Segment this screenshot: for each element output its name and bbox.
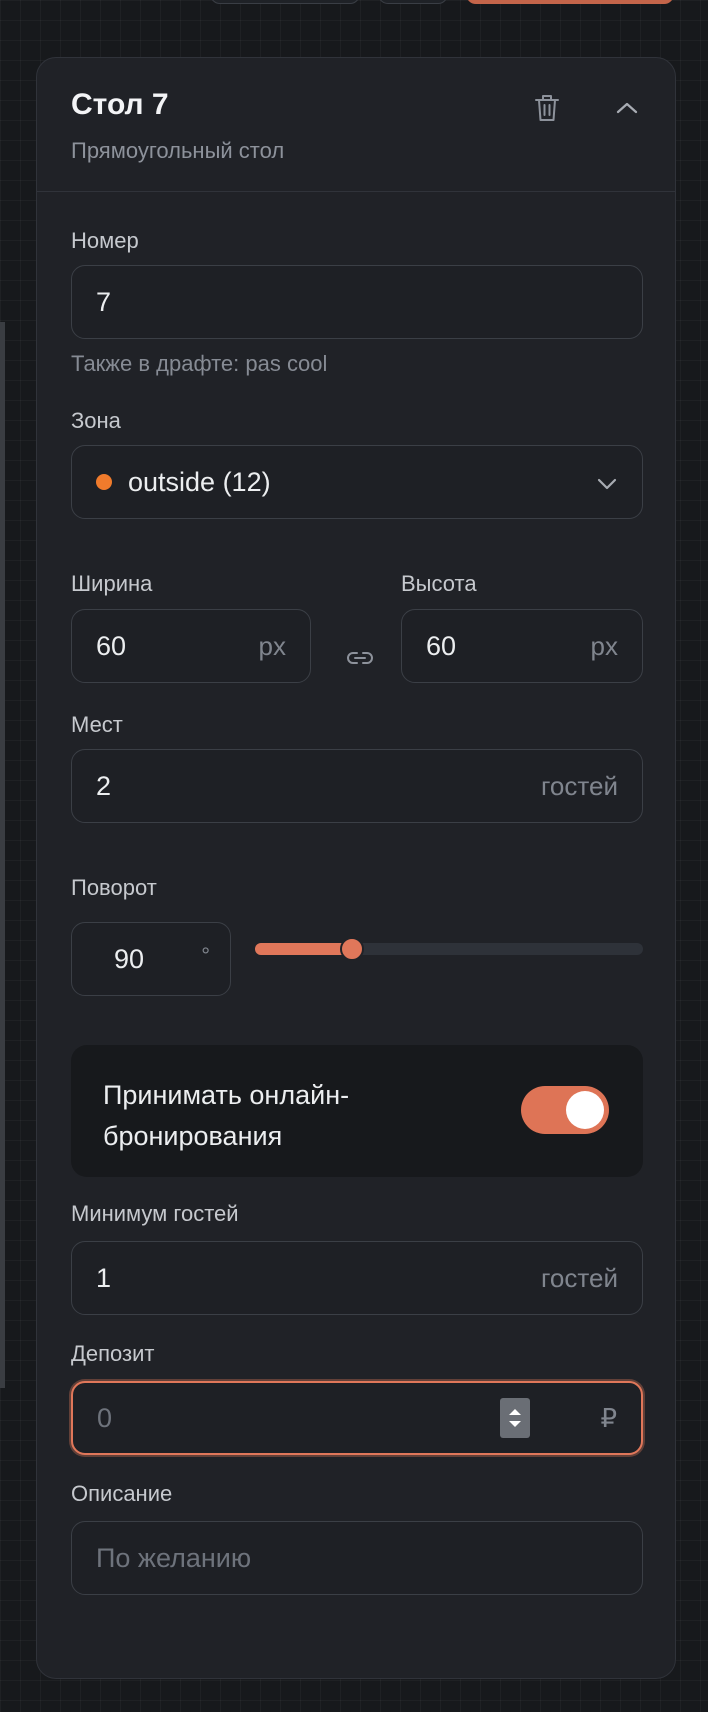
height-label: Высота	[401, 571, 477, 596]
zone-color-dot	[96, 474, 112, 490]
height-unit: px	[590, 630, 618, 661]
chevron-down-icon	[596, 467, 618, 498]
left-panel-edge	[0, 322, 5, 1388]
deposit-unit: ₽	[600, 1402, 617, 1433]
min-guests-value: 1	[96, 1262, 112, 1293]
rotation-slider-fill	[255, 943, 352, 955]
number-label: Номер	[71, 228, 139, 253]
online-booking-toggle[interactable]	[521, 1086, 609, 1134]
rotation-slider-thumb[interactable]	[340, 937, 364, 961]
trash-icon[interactable]	[527, 88, 567, 128]
online-booking-label: Принимать онлайн-бронирования	[103, 1080, 350, 1151]
seats-value: 2	[96, 770, 112, 801]
deposit-input[interactable]: 0 ₽	[71, 1381, 643, 1455]
rotation-unit: °	[201, 943, 210, 968]
description-placeholder: По желанию	[96, 1542, 252, 1573]
seats-input[interactable]: 2 гостей	[71, 749, 643, 823]
seats-label: Мест	[71, 712, 123, 737]
width-unit: px	[258, 630, 286, 661]
width-label: Ширина	[71, 571, 153, 596]
zone-select[interactable]: outside (12)	[71, 445, 643, 519]
link-dimensions-icon[interactable]	[340, 638, 380, 678]
deposit-placeholder: 0	[97, 1402, 113, 1433]
spin-down-icon	[509, 1421, 522, 1427]
rotation-slider[interactable]	[255, 937, 643, 961]
rotation-value: 90	[114, 943, 145, 974]
min-guests-input[interactable]: 1 гостей	[71, 1241, 643, 1315]
rotation-input[interactable]: 90 °	[71, 922, 231, 996]
online-booking-card: Принимать онлайн-бронирования	[71, 1045, 643, 1177]
min-guests-unit: гостей	[541, 1262, 618, 1293]
width-input[interactable]: 60 px	[71, 609, 311, 683]
spin-up-icon	[509, 1409, 522, 1415]
deposit-label: Депозит	[71, 1341, 155, 1366]
table-properties-panel: Стол 7 Прямоугольный стол Номер 7 Также …	[36, 57, 676, 1679]
panel-header: Стол 7 Прямоугольный стол	[37, 58, 675, 192]
toolbar-button[interactable]	[378, 0, 448, 4]
width-value: 60	[96, 630, 127, 661]
panel-title: Стол 7	[71, 88, 169, 121]
rotation-label: Поворот	[71, 875, 157, 900]
number-spinner[interactable]	[500, 1398, 531, 1438]
panel-subtitle: Прямоугольный стол	[71, 138, 285, 163]
number-value: 7	[96, 286, 112, 317]
description-label: Описание	[71, 1481, 173, 1506]
toolbar-button[interactable]	[210, 0, 360, 4]
seats-unit: гостей	[541, 770, 618, 801]
number-hint: Также в драфте: pas cool	[71, 351, 328, 376]
toggle-knob	[566, 1091, 604, 1129]
number-input[interactable]: 7	[71, 265, 643, 339]
zone-value: outside (12)	[128, 466, 271, 497]
zone-label: Зона	[71, 408, 121, 433]
height-value: 60	[426, 630, 457, 661]
chevron-up-icon[interactable]	[607, 88, 647, 128]
height-input[interactable]: 60 px	[401, 609, 643, 683]
toolbar-primary-button[interactable]	[466, 0, 674, 4]
description-input[interactable]: По желанию	[71, 1521, 643, 1595]
min-guests-label: Минимум гостей	[71, 1201, 239, 1226]
